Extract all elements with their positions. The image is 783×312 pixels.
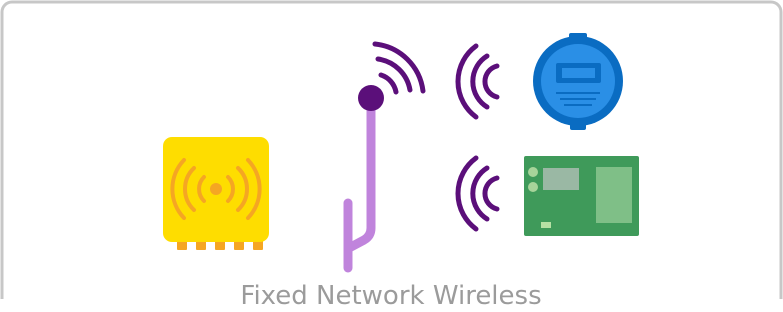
diagram-canvas bbox=[0, 0, 783, 299]
meter-signal-icon bbox=[455, 43, 500, 120]
board-signal-icon bbox=[455, 155, 500, 232]
circuit-board-icon bbox=[524, 156, 639, 236]
gateway-icon bbox=[163, 137, 269, 250]
diagram-caption: Fixed Network Wireless bbox=[240, 281, 542, 311]
antenna-tower-icon bbox=[343, 41, 426, 273]
antenna-signal-icon bbox=[372, 41, 426, 95]
water-meter-icon bbox=[533, 33, 623, 130]
